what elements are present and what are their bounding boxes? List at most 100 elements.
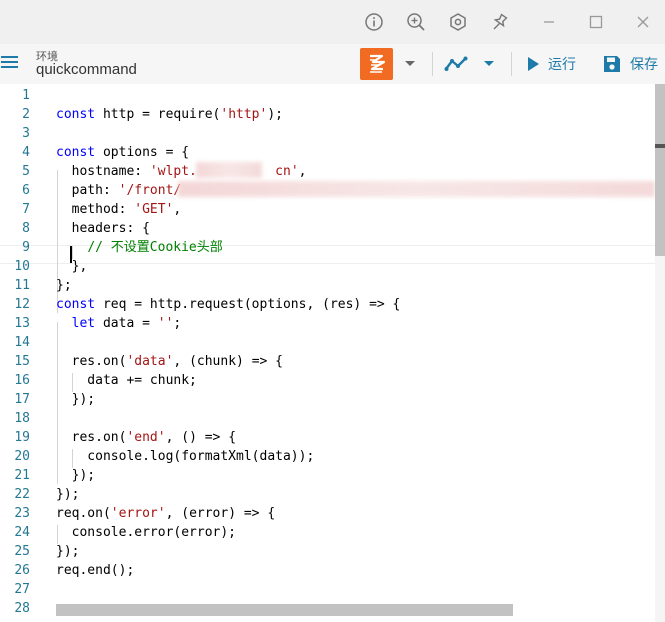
code-token: }); <box>56 468 96 483</box>
code-line[interactable]: 7 method: 'GET', <box>0 200 655 219</box>
line-number: 15 <box>14 354 30 369</box>
code-token: console.error(error); <box>56 525 237 540</box>
vertical-scrollbar-thumb[interactable] <box>655 84 665 256</box>
save-icon <box>604 56 620 72</box>
play-icon <box>528 57 539 71</box>
line-number: 20 <box>14 449 30 464</box>
code-text: req.on('error', (error) => { <box>56 504 275 523</box>
horizontal-scrollbar-thumb[interactable] <box>56 604 513 616</box>
code-text: console.log(formatXml(data)); <box>56 447 314 466</box>
code-line[interactable]: 23 req.on('error', (error) => { <box>0 504 655 523</box>
code-token: ; <box>173 316 182 331</box>
code-token: '/front/ <box>118 183 182 198</box>
code-token: , <box>298 164 307 179</box>
code-line[interactable]: 22}); <box>0 485 655 504</box>
redacted-text <box>196 162 262 178</box>
code-line[interactable]: 5 hostname: 'wlpt. cn', <box>0 162 655 181</box>
code-line[interactable]: 15 res.on('data', (chunk) => { <box>0 352 655 371</box>
line-number: 6 <box>22 183 30 198</box>
code-token: options = { <box>95 145 190 160</box>
line-number: 5 <box>22 164 30 179</box>
scrollbar-cursor-marker <box>655 144 665 148</box>
code-line[interactable]: 26 req.end(); <box>0 561 655 580</box>
javascript-icon <box>369 54 385 73</box>
run-button[interactable]: 运行 <box>526 50 576 78</box>
line-number: 4 <box>22 145 30 160</box>
code-editor[interactable]: 1 2 const http = require('http'); 3 4 const o… <box>0 84 665 622</box>
code-token: let <box>71 316 96 331</box>
code-line[interactable]: 20 console.log(formatXml(data)); <box>0 447 655 466</box>
code-line[interactable]: 4 const options = { <box>0 143 655 162</box>
code-token: req = http.request(options, (res) => { <box>95 297 401 312</box>
line-number: 11 <box>14 278 30 293</box>
pin-icon[interactable] <box>484 6 516 38</box>
code-token: req.on( <box>56 506 111 521</box>
code-token: method: <box>56 202 135 217</box>
code-token: , (chunk) => { <box>173 354 283 369</box>
code-line[interactable]: 17 }); <box>0 390 655 409</box>
code-token: }); <box>56 392 96 407</box>
environment-name[interactable]: quickcommand <box>36 61 137 78</box>
code-line[interactable]: 11}; <box>0 276 655 295</box>
code-text: }; <box>56 276 72 295</box>
code-line[interactable]: 1 <box>0 86 655 105</box>
code-text: console.error(error); <box>56 523 236 542</box>
line-number: 27 <box>14 582 30 597</box>
code-line[interactable]: 25}); <box>0 542 655 561</box>
code-text: res.on('data', (chunk) => { <box>56 352 283 371</box>
language-select-button[interactable] <box>360 48 393 80</box>
line-number: 22 <box>14 487 30 502</box>
save-button[interactable]: 保存 <box>602 50 658 78</box>
code-line[interactable]: 14 <box>0 333 655 352</box>
code-text: }); <box>56 485 79 504</box>
zoom-in-icon[interactable] <box>400 6 432 38</box>
code-token: , <box>173 202 182 217</box>
code-text: }); <box>56 542 79 561</box>
code-text: req.end(); <box>56 561 134 580</box>
hamburger-menu-icon[interactable] <box>0 52 24 76</box>
code-line[interactable]: 2 const http = require('http'); <box>0 105 655 124</box>
redacted-text <box>178 181 655 197</box>
code-line[interactable]: 24 console.error(error); <box>0 523 655 542</box>
code-token: path: <box>56 183 119 198</box>
code-line[interactable]: 8 headers: { <box>0 219 655 238</box>
code-line[interactable]: 12 const req = http.request(options, (res… <box>0 295 655 314</box>
code-line[interactable]: 27 <box>0 580 655 599</box>
run-button-label: 运行 <box>548 56 576 72</box>
code-token: const <box>56 297 96 312</box>
code-token: '' <box>157 316 174 331</box>
line-number: 1 <box>22 88 30 103</box>
line-number: 19 <box>14 430 30 445</box>
code-line[interactable]: 3 <box>0 124 655 143</box>
line-number: 21 <box>14 468 30 483</box>
line-number: 9 <box>22 240 30 255</box>
code-line[interactable]: 9 // 不设置Cookie头部 <box>0 238 655 257</box>
line-number: 12 <box>14 297 30 312</box>
code-line[interactable]: 13 let data = ''; <box>0 314 655 333</box>
code-line[interactable]: 16 data += chunk; <box>0 371 655 390</box>
toolbar-divider <box>432 52 433 76</box>
code-line[interactable]: 21 }); <box>0 466 655 485</box>
code-token: ); <box>267 107 283 122</box>
code-token: 'data' <box>126 354 174 369</box>
code-token: 'wlpt. <box>149 164 197 179</box>
code-token: req.end(); <box>56 563 135 578</box>
info-icon[interactable] <box>358 6 390 38</box>
save-button-label: 保存 <box>630 56 658 72</box>
debug-dropdown-arrow-icon[interactable] <box>482 56 496 70</box>
debug-button[interactable] <box>444 50 478 78</box>
line-number: 10 <box>14 259 30 274</box>
close-icon[interactable] <box>627 6 659 38</box>
line-number: 17 <box>14 392 30 407</box>
language-dropdown-arrow-icon[interactable] <box>403 56 417 70</box>
plugin-icon[interactable] <box>442 6 474 38</box>
minimize-icon[interactable] <box>533 6 565 38</box>
code-line[interactable]: 10 }, <box>0 257 655 276</box>
code-line[interactable]: 19 res.on('end', () => { <box>0 428 655 447</box>
code-line[interactable]: 18 <box>0 409 655 428</box>
maximize-icon[interactable] <box>580 6 612 38</box>
debug-icon <box>444 56 468 71</box>
code-token: hostname: <box>56 164 150 179</box>
line-number: 13 <box>14 316 30 331</box>
